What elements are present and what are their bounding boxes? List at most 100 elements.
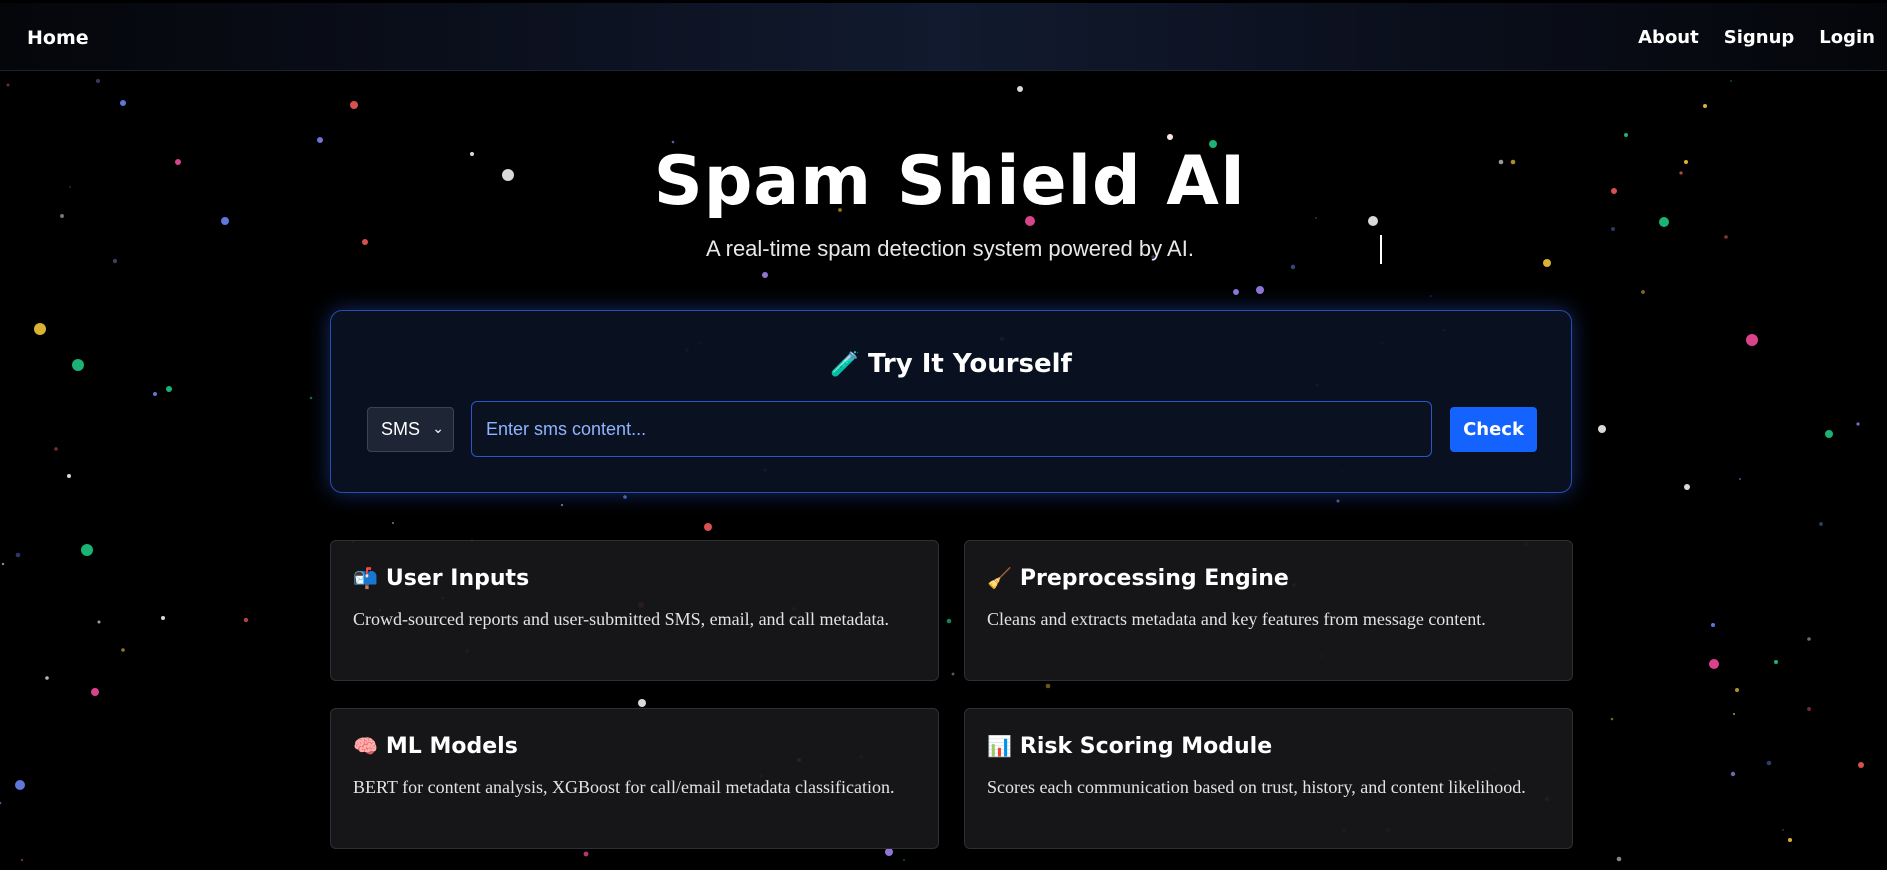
particle-dot bbox=[1858, 762, 1864, 768]
particle-dot bbox=[15, 552, 21, 558]
feature-description: Crowd-sourced reports and user-submitted… bbox=[353, 609, 890, 629]
try-it-card: 🧪 Try It Yourself SMS ⌄ Enter sms content… bbox=[330, 310, 1572, 493]
bar-chart-icon: 📊 bbox=[987, 734, 1012, 758]
particle-dot bbox=[1167, 134, 1173, 140]
particle-dot bbox=[95, 78, 101, 84]
particle-dot bbox=[1711, 623, 1715, 627]
message-type-value: SMS bbox=[381, 419, 421, 439]
message-type-select[interactable]: SMS ⌄ bbox=[367, 407, 454, 452]
chevron-down-icon: ⌄ bbox=[432, 420, 444, 436]
top-nav-bar: Home About Signup Login bbox=[0, 3, 1887, 71]
feature-description: BERT for content analysis, XGBoost for c… bbox=[353, 777, 895, 797]
particle-dot bbox=[1807, 637, 1811, 641]
particle-dot bbox=[15, 780, 25, 790]
brain-icon: 🧠 bbox=[353, 734, 378, 758]
particle-dot bbox=[6, 83, 10, 87]
particle-dot bbox=[903, 859, 905, 861]
particle-dot bbox=[946, 618, 952, 624]
feature-title-text: User Inputs bbox=[385, 566, 530, 591]
nav-signup-link[interactable]: Signup bbox=[1724, 27, 1795, 48]
try-it-heading: 🧪 Try It Yourself bbox=[331, 349, 1571, 379]
particle-dot bbox=[161, 616, 165, 620]
particle-dot bbox=[121, 648, 125, 652]
mailbox-icon: 📬 bbox=[353, 566, 378, 590]
particle-dot bbox=[97, 620, 101, 624]
particle-dot bbox=[1788, 838, 1792, 842]
particle-dot bbox=[1616, 856, 1622, 862]
feature-title-text: ML Models bbox=[385, 734, 518, 759]
particle-dot bbox=[951, 672, 955, 676]
feature-title-text: Preprocessing Engine bbox=[1019, 566, 1289, 591]
nav-home-link[interactable]: Home bbox=[27, 27, 89, 49]
particle-dot bbox=[1167, 134, 1173, 140]
particle-dot bbox=[1624, 133, 1628, 137]
particle-dot bbox=[243, 617, 249, 623]
particle-dot bbox=[1782, 829, 1784, 831]
particle-dot bbox=[762, 272, 768, 278]
page-subtitle: A real-time spam detection system powere… bbox=[706, 236, 1194, 261]
feature-description: Cleans and extracts metadata and key fea… bbox=[987, 609, 1486, 629]
particle-dot bbox=[81, 544, 93, 556]
particle-dot bbox=[1336, 499, 1340, 503]
particle-dot bbox=[1017, 86, 1023, 92]
particle-dot bbox=[1598, 425, 1606, 433]
particle-dot bbox=[166, 386, 172, 392]
particle-dot bbox=[1733, 713, 1735, 715]
page: Home About Signup Login Spam Shield AI A… bbox=[0, 0, 1887, 870]
nav-about-link[interactable]: About bbox=[1638, 27, 1699, 48]
feature-title: 🧠 ML Models bbox=[353, 734, 518, 759]
particle-dot bbox=[704, 523, 712, 531]
particle-dot bbox=[1856, 422, 1860, 426]
particle-dot bbox=[34, 323, 46, 335]
particle-dot bbox=[309, 396, 313, 400]
particle-dot bbox=[1290, 264, 1296, 270]
particle-dot bbox=[350, 101, 358, 109]
feature-description: Scores each communication based on trust… bbox=[987, 777, 1526, 797]
particle-dot bbox=[67, 474, 71, 478]
text-cursor bbox=[1380, 235, 1382, 264]
particle-dot bbox=[1735, 688, 1739, 692]
particle-dot bbox=[1730, 771, 1736, 777]
particle-dot bbox=[1684, 484, 1690, 490]
feature-title: 🧹 Preprocessing Engine bbox=[987, 566, 1289, 591]
particle-dot bbox=[153, 392, 157, 396]
particle-dot bbox=[1430, 295, 1432, 297]
particle-dot bbox=[1709, 659, 1719, 669]
sms-content-input[interactable]: Enter sms content... bbox=[471, 401, 1432, 457]
particle-dot bbox=[54, 447, 58, 451]
particle-dot bbox=[1, 562, 5, 566]
feature-card-risk-scoring-module: 📊 Risk Scoring Module Scores each communi… bbox=[964, 708, 1573, 849]
particle-dot bbox=[1739, 478, 1741, 480]
particle-dot bbox=[1641, 290, 1645, 294]
test-tube-icon: 🧪 bbox=[830, 350, 861, 378]
particle-dot bbox=[1611, 227, 1615, 231]
nav-links: About Signup Login bbox=[1638, 27, 1875, 48]
feature-card-preprocessing-engine: 🧹 Preprocessing Engine Cleans and extract… bbox=[964, 540, 1573, 681]
particle-dot bbox=[1825, 430, 1833, 438]
particle-dot bbox=[560, 503, 564, 507]
particle-dot bbox=[583, 851, 589, 857]
try-it-title: Try It Yourself bbox=[868, 349, 1072, 379]
check-button[interactable]: Check bbox=[1450, 407, 1537, 452]
particle-dot bbox=[120, 100, 126, 106]
particle-dot bbox=[45, 676, 49, 680]
particle-dot bbox=[623, 495, 627, 499]
broom-icon: 🧹 bbox=[987, 566, 1012, 590]
particle-dot bbox=[1703, 104, 1707, 108]
feature-title: 📬 User Inputs bbox=[353, 566, 529, 591]
particle-dot bbox=[1774, 660, 1778, 664]
particle-dot bbox=[1746, 334, 1758, 346]
particle-dot bbox=[1233, 289, 1239, 295]
page-title: Spam Shield AI bbox=[653, 142, 1247, 221]
feature-title: 📊 Risk Scoring Module bbox=[987, 734, 1272, 759]
nav-login-link[interactable]: Login bbox=[1819, 27, 1875, 48]
particle-dot bbox=[392, 522, 394, 524]
particle-dot bbox=[1730, 80, 1732, 82]
feature-title-text: Risk Scoring Module bbox=[1019, 734, 1273, 759]
particle-dot bbox=[1045, 683, 1051, 689]
feature-card-ml-models: 🧠 ML Models BERT for content analysis, XG… bbox=[330, 708, 939, 849]
particle-dot bbox=[1819, 522, 1823, 526]
particle-dot bbox=[72, 359, 84, 371]
particle-dot bbox=[1766, 760, 1772, 766]
particle-dot bbox=[0, 801, 2, 805]
